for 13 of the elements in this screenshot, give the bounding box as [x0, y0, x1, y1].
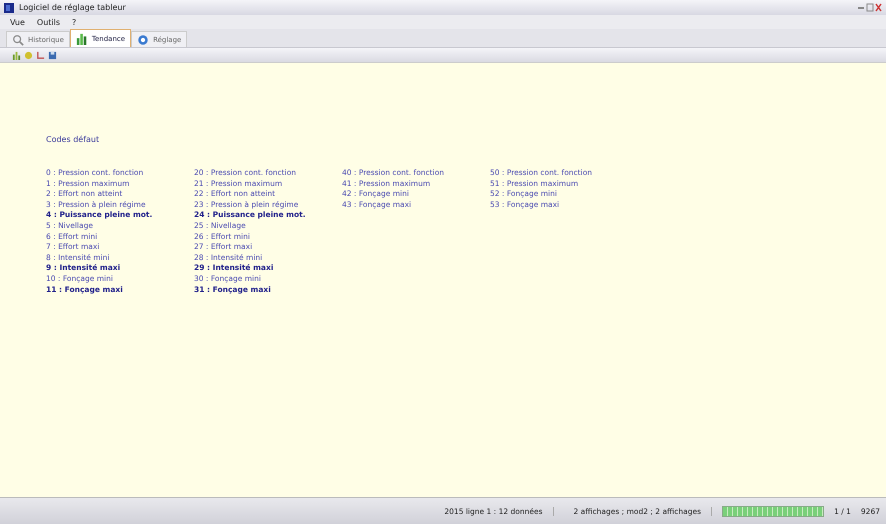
app-icon: [4, 2, 14, 12]
menu-item[interactable]: ?: [72, 18, 76, 26]
magnifier-icon: [12, 34, 24, 46]
section-heading: Codes défaut: [46, 135, 100, 144]
menu-item[interactable]: Vue: [10, 18, 25, 26]
axis-icon[interactable]: [36, 50, 45, 60]
window-controls-icon[interactable]: [858, 2, 882, 12]
chart-icon[interactable]: [12, 50, 21, 60]
bar-chart-icon: [76, 32, 88, 44]
menu-item[interactable]: Outils: [36, 18, 60, 26]
save-icon[interactable]: [48, 50, 57, 60]
window-title: Logiciel de réglage tableur: [19, 3, 126, 12]
dot-icon[interactable]: [24, 50, 33, 60]
